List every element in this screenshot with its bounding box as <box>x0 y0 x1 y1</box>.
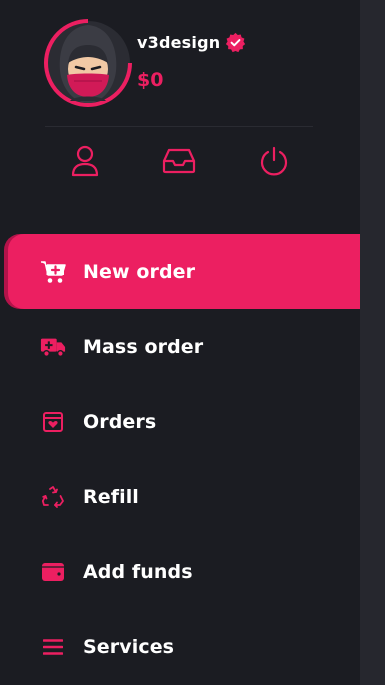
divider <box>45 126 313 127</box>
recycle-icon <box>40 484 66 510</box>
username: v3design <box>137 33 221 52</box>
menu-item-label: New order <box>83 260 196 283</box>
scrollbar[interactable] <box>360 0 385 685</box>
menu-item-label: Add funds <box>83 560 193 583</box>
menu-item-mass-order[interactable]: Mass order <box>0 309 360 384</box>
menu-item-refill[interactable]: Refill <box>0 459 360 534</box>
menu-item-label: Mass order <box>83 335 204 358</box>
avatar[interactable] <box>44 19 132 107</box>
inbox-icon <box>162 148 196 174</box>
main-menu: New order Mass order Orders Refill Add f… <box>0 234 360 684</box>
cart-plus-icon <box>40 259 66 285</box>
menu-item-add-funds[interactable]: Add funds <box>0 534 360 609</box>
sidebar: v3design $0 New order Mass order Orders … <box>0 0 360 685</box>
menu-item-orders[interactable]: Orders <box>0 384 360 459</box>
wallet-icon <box>40 559 66 585</box>
menu-item-services[interactable]: Services <box>0 609 360 684</box>
user-icon <box>71 145 99 177</box>
menu-item-label: Refill <box>83 485 139 508</box>
menu-item-new-order[interactable]: New order <box>8 234 360 309</box>
menu-item-label: Services <box>83 635 175 658</box>
verified-badge-icon <box>225 32 246 53</box>
balance: $0 <box>137 69 164 91</box>
box-heart-icon <box>40 409 66 435</box>
list-icon <box>40 634 66 660</box>
account-button[interactable] <box>67 143 103 179</box>
truck-medical-icon <box>40 334 66 360</box>
power-icon <box>260 146 288 176</box>
logout-button[interactable] <box>256 143 292 179</box>
profile-card: v3design $0 <box>44 19 314 109</box>
ninja-avatar-icon <box>44 19 132 107</box>
tickets-button[interactable] <box>161 143 197 179</box>
menu-item-label: Orders <box>83 410 157 433</box>
